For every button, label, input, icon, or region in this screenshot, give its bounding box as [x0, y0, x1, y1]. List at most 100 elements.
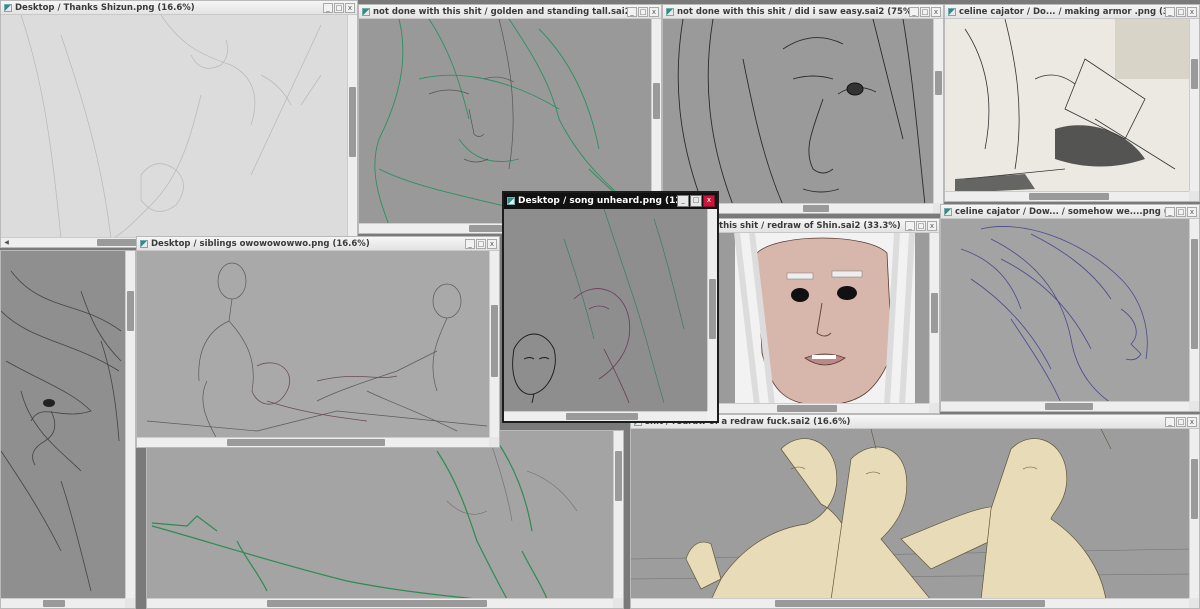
scrollbar-thumb[interactable]: [775, 600, 1045, 607]
scrollbar-thumb[interactable]: [1029, 193, 1109, 200]
horizontal-scrollbar[interactable]: [717, 403, 929, 413]
horizontal-scrollbar[interactable]: [941, 401, 1189, 411]
scrollbar-thumb[interactable]: [227, 439, 385, 446]
vertical-scrollbar[interactable]: [933, 19, 943, 203]
vertical-scrollbar[interactable]: [125, 251, 135, 598]
vertical-scrollbar[interactable]: [707, 209, 717, 411]
scrollbar-thumb[interactable]: [615, 451, 622, 501]
scrollbar-thumb[interactable]: [1045, 403, 1093, 410]
scrollbar-thumb[interactable]: [1191, 59, 1198, 89]
vertical-scrollbar[interactable]: [489, 251, 499, 437]
maximize-button[interactable]: □: [476, 238, 486, 249]
maximize-button[interactable]: □: [690, 195, 702, 207]
canvas-area[interactable]: [1, 251, 125, 598]
close-button[interactable]: x: [931, 6, 941, 17]
window-titlebar[interactable]: not done with this shit / golden and sta…: [359, 5, 661, 19]
horizontal-scrollbar[interactable]: [945, 191, 1189, 201]
minimize-button[interactable]: _: [1165, 6, 1175, 17]
scrollbar-thumb[interactable]: [935, 71, 942, 95]
close-button[interactable]: x: [345, 2, 355, 13]
canvas-area[interactable]: [147, 431, 613, 598]
canvas-area[interactable]: [137, 251, 489, 437]
vertical-scrollbar[interactable]: [1189, 19, 1199, 191]
minimize-button[interactable]: _: [677, 195, 689, 207]
scrollbar-thumb[interactable]: [931, 293, 938, 333]
canvas-area[interactable]: [717, 233, 929, 403]
scrollbar-thumb[interactable]: [97, 239, 137, 246]
document-icon: [944, 207, 952, 216]
minimize-button[interactable]: _: [465, 238, 475, 249]
canvas-area[interactable]: [1, 15, 347, 237]
window-title: Desktop / siblings owowowowwo.png (16.6%…: [151, 238, 370, 249]
document-window-left-bottom[interactable]: [0, 250, 136, 609]
canvas-area[interactable]: [504, 209, 707, 411]
canvas-area[interactable]: [663, 19, 933, 203]
horizontal-scrollbar[interactable]: [504, 411, 707, 421]
scrollbar-thumb[interactable]: [566, 413, 638, 420]
scrollbar-thumb[interactable]: [1191, 459, 1198, 519]
window-titlebar[interactable]: Desktop / song unheard.png (12.5%) _□x: [504, 193, 717, 209]
document-window-thanks-shizun[interactable]: Desktop / Thanks Shizun.png (16.6%) _ □ x …: [0, 0, 358, 248]
window-titlebar[interactable]: this shit / redraw of Shin.sai2 (33.3%) …: [717, 219, 939, 233]
scrollbar-thumb[interactable]: [267, 600, 487, 607]
document-window-redraw-of-a-redraw[interactable]: shit / redraw of a redraw fuck.sai2 (16.…: [630, 414, 1200, 609]
minimize-button[interactable]: _: [905, 220, 915, 231]
maximize-button[interactable]: □: [334, 2, 344, 13]
scrollbar-thumb[interactable]: [777, 405, 837, 412]
minimize-button[interactable]: _: [323, 2, 333, 13]
close-button[interactable]: x: [703, 195, 715, 207]
minimize-button[interactable]: _: [627, 6, 637, 17]
document-window-siblings[interactable]: Desktop / siblings owowowowwo.png (16.6%…: [136, 236, 500, 448]
window-titlebar[interactable]: Desktop / siblings owowowowwo.png (16.6%…: [137, 237, 499, 251]
canvas-area[interactable]: [631, 429, 1189, 598]
maximize-button[interactable]: □: [1176, 206, 1186, 217]
maximize-button[interactable]: □: [920, 6, 930, 17]
vertical-scrollbar[interactable]: [613, 431, 623, 598]
close-button[interactable]: x: [649, 6, 659, 17]
horizontal-scrollbar[interactable]: [631, 598, 1189, 608]
artwork-green-spear-sketch: [151, 431, 578, 598]
maximize-button[interactable]: □: [916, 220, 926, 231]
document-window-making-armor[interactable]: celine cajator / Do... / making armor .p…: [944, 4, 1200, 202]
maximize-button[interactable]: □: [638, 6, 648, 17]
scrollbar-thumb[interactable]: [349, 87, 356, 157]
canvas-area[interactable]: [941, 219, 1189, 401]
artwork-group-sketch: [512, 209, 685, 403]
window-titlebar[interactable]: Desktop / Thanks Shizun.png (16.6%) _ □ x: [1, 1, 357, 15]
window-titlebar[interactable]: not done with this shit / did i saw easy…: [663, 5, 943, 19]
horizontal-scrollbar[interactable]: [1, 598, 125, 608]
close-button[interactable]: x: [927, 220, 937, 231]
maximize-button[interactable]: □: [1176, 416, 1186, 427]
canvas-area[interactable]: [945, 19, 1189, 191]
vertical-scrollbar[interactable]: [347, 15, 357, 237]
document-window-redraw-of-shin[interactable]: this shit / redraw of Shin.sai2 (33.3%) …: [716, 218, 940, 414]
maximize-button[interactable]: □: [1176, 6, 1186, 17]
document-window-green-spear[interactable]: [146, 430, 624, 609]
window-title: not done with this shit / golden and sta…: [373, 6, 627, 17]
minimize-button[interactable]: _: [909, 6, 919, 17]
scrollbar-thumb[interactable]: [43, 600, 65, 607]
scrollbar-thumb[interactable]: [653, 83, 660, 119]
window-titlebar[interactable]: celine cajator / Dow... / somehow we....…: [941, 205, 1199, 219]
document-icon: [362, 7, 370, 16]
scrollbar-thumb[interactable]: [1191, 239, 1198, 349]
horizontal-scrollbar[interactable]: [147, 598, 613, 608]
minimize-button[interactable]: _: [1165, 206, 1175, 217]
document-window-somehow-we[interactable]: celine cajator / Dow... / somehow we....…: [940, 204, 1200, 412]
close-button[interactable]: x: [1187, 206, 1197, 217]
close-button[interactable]: x: [487, 238, 497, 249]
scrollbar-thumb[interactable]: [709, 279, 716, 339]
close-button[interactable]: x: [1187, 416, 1197, 427]
scrollbar-thumb[interactable]: [803, 205, 829, 212]
close-button[interactable]: x: [1187, 6, 1197, 17]
vertical-scrollbar[interactable]: [1189, 219, 1199, 401]
horizontal-scrollbar[interactable]: [137, 437, 489, 447]
vertical-scrollbar[interactable]: [929, 233, 939, 403]
vertical-scrollbar[interactable]: [1189, 429, 1199, 598]
scrollbar-thumb[interactable]: [491, 305, 498, 377]
scrollbar-thumb[interactable]: [127, 291, 134, 331]
document-window-did-i-saw-easy[interactable]: not done with this shit / did i saw easy…: [662, 4, 944, 214]
document-window-song-unheard[interactable]: Desktop / song unheard.png (12.5%) _□x: [502, 191, 719, 423]
window-titlebar[interactable]: celine cajator / Do... / making armor .p…: [945, 5, 1199, 19]
minimize-button[interactable]: _: [1165, 416, 1175, 427]
